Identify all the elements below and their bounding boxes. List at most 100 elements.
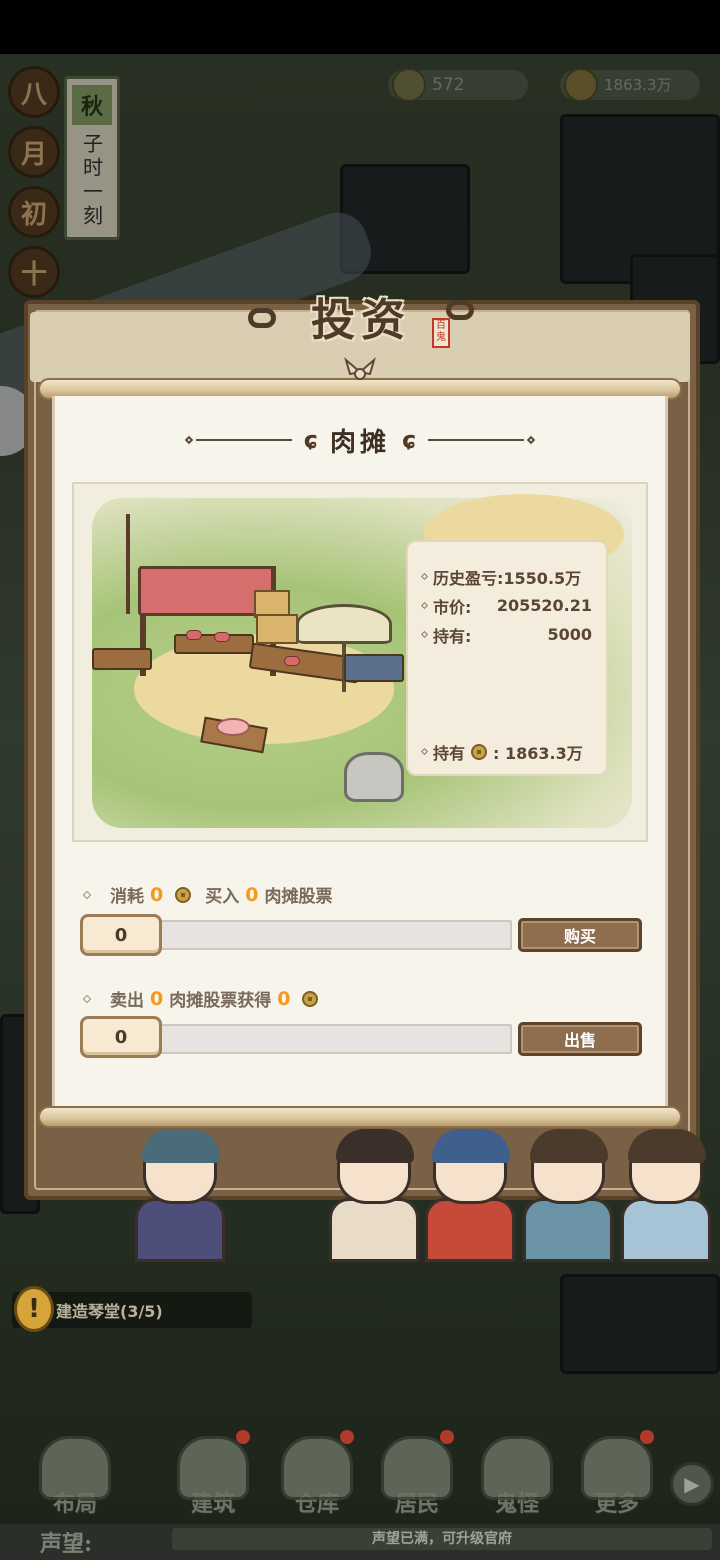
pig (216, 718, 250, 736)
character-girl[interactable] (618, 1129, 714, 1262)
nav-ghosts[interactable]: 鬼怪 (462, 1418, 572, 1528)
character-body (135, 1198, 225, 1262)
character-body (329, 1198, 419, 1262)
sell-summary: 卖出 0 肉摊股票获得 0 (82, 986, 324, 1011)
sell-slider-track[interactable] (160, 1024, 512, 1054)
crate (256, 614, 298, 644)
notification-dot (440, 1430, 454, 1444)
nav-more[interactable]: 更多 (562, 1418, 672, 1528)
stock-info-card: 历史盈亏: 1550.5万 市价: 205520.21 持有: 5000 持有 … (406, 540, 608, 776)
stock-label: 肉摊股票 (264, 887, 333, 907)
layout-icon (39, 1436, 111, 1500)
character-hair (530, 1129, 608, 1163)
nav-layout[interactable]: 布局 (20, 1418, 130, 1528)
price-value: 205520.21 (496, 596, 592, 615)
more-icon (581, 1436, 653, 1500)
coins-holding-row: 持有 : 1863.3万 (420, 737, 592, 766)
character-lady[interactable] (326, 1129, 422, 1262)
nav-next-arrow-icon[interactable]: ▶ (670, 1462, 714, 1506)
history-value: 1550.5万 (503, 568, 582, 588)
diamond-icon (420, 601, 429, 610)
cloth-table (344, 654, 404, 682)
buy-quantity-handle[interactable]: 0 (80, 914, 162, 956)
warehouse-icon (281, 1436, 353, 1500)
sell-button[interactable]: 出售 (518, 1022, 642, 1056)
diamond-icon (82, 890, 92, 899)
character-head (432, 1129, 510, 1204)
buy-summary: 消耗 0 买入 0 肉摊股票 (82, 882, 333, 907)
meat-icon (214, 632, 230, 642)
sell-label: 卖出 (110, 991, 144, 1011)
parasol (296, 604, 392, 644)
sell-value: 0 (150, 987, 164, 1010)
character-head (336, 1129, 414, 1204)
character-body (425, 1198, 515, 1262)
character-body (621, 1198, 711, 1262)
character-body (523, 1198, 613, 1262)
nav-warehouse[interactable]: 仓库 (262, 1418, 372, 1528)
diamond-icon (82, 994, 92, 1003)
history-label: 历史盈亏: (433, 568, 504, 588)
holding-value: 5000 (547, 625, 592, 644)
character-hat (142, 1129, 220, 1163)
meat-icon (186, 630, 202, 640)
ornament-dot (526, 435, 536, 445)
coin-icon (302, 990, 319, 1007)
gain-label: 肉摊股票获得 (169, 991, 272, 1011)
character-farmer[interactable] (520, 1129, 616, 1262)
coins-holding-label: 持有 (433, 743, 466, 763)
diamond-icon (420, 747, 429, 756)
coins-holding-value: : 1863.3万 (493, 743, 583, 763)
sell-quantity-handle[interactable]: 0 (80, 1016, 162, 1058)
notification-dot (236, 1430, 250, 1444)
ghost-icon (481, 1436, 553, 1500)
meat-icon (284, 656, 300, 666)
buy-button[interactable]: 购买 (518, 918, 642, 952)
coin-icon (175, 886, 192, 903)
gain-value: 0 (277, 987, 291, 1010)
notification-dot (340, 1430, 354, 1444)
diamond-icon (420, 630, 429, 639)
buy-value: 0 (245, 883, 259, 906)
swirl-left-icon (248, 308, 276, 328)
ornament-line (428, 439, 525, 441)
bottom-navigation: 布局 建筑 仓库 居民 鬼怪 更多 (0, 1418, 720, 1528)
diamond-icon (420, 572, 429, 581)
nav-buildings[interactable]: 建筑 (158, 1418, 268, 1528)
exclamation-icon[interactable]: ! (14, 1286, 54, 1332)
fame-label: 声望: (40, 1531, 93, 1557)
resident-icon (381, 1436, 453, 1500)
bow-knot-icon (344, 357, 376, 380)
ornament-curl-icon: ɕ (303, 426, 318, 454)
coin-icon (471, 743, 488, 760)
character-boy[interactable] (422, 1129, 518, 1262)
character-hair (628, 1129, 706, 1163)
character-head (530, 1129, 608, 1204)
fame-status-text: 声望已满，可升级官府 (372, 1531, 512, 1547)
character-hair (336, 1129, 414, 1163)
side-table (92, 648, 152, 670)
ornament-curl-icon: ɕ (402, 426, 417, 454)
character-head (142, 1129, 220, 1204)
holding-row: 持有: 5000 (420, 620, 592, 649)
rock (344, 752, 404, 802)
consume-value: 0 (150, 883, 164, 906)
resident-characters (100, 1122, 720, 1262)
ornament-dot (184, 435, 193, 445)
pavilion-icon (177, 1436, 249, 1500)
status-bar (0, 0, 720, 54)
buy-slider-track[interactable] (160, 920, 512, 950)
flag-pole (126, 514, 130, 614)
buy-label: 买入 (205, 887, 240, 907)
nav-residents[interactable]: 居民 (362, 1418, 472, 1528)
notification-dot (640, 1430, 654, 1444)
modal-title-text: 投资 (311, 295, 411, 346)
history-row: 历史盈亏: 1550.5万 (420, 562, 592, 591)
stall-title: ɕ 肉摊 ɕ (150, 420, 570, 460)
ornament-line (195, 439, 292, 441)
price-row: 市价: 205520.21 (420, 591, 592, 620)
consume-label: 消耗 (110, 887, 144, 907)
price-label: 市价: (433, 597, 472, 617)
swirl-right-icon (446, 300, 474, 320)
character-merchant[interactable] (132, 1129, 228, 1262)
